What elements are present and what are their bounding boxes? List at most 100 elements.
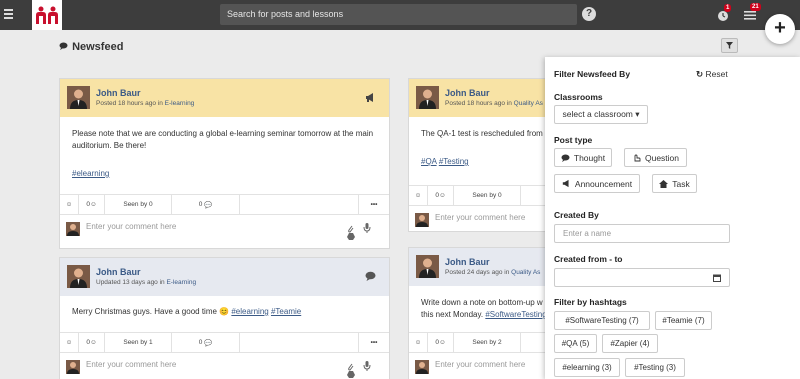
hashtag-filter[interactable]: #Zapier (4) [602, 334, 658, 353]
filter-panel: Filter Newsfeed By ↻ Reset Classrooms se… [545, 57, 800, 379]
post-classroom-link[interactable]: Quality As [511, 269, 540, 276]
attachment-icon[interactable] [347, 362, 355, 371]
logo[interactable] [32, 0, 62, 30]
filter-toggle-button[interactable] [721, 38, 738, 53]
avatar [415, 213, 429, 227]
refresh-icon: ↻ [696, 69, 704, 79]
comments-icon [59, 41, 69, 53]
help-icon[interactable]: ? [582, 7, 596, 21]
microphone-icon[interactable] [363, 223, 371, 233]
post-classroom-link[interactable]: Quality As [514, 100, 543, 107]
home-icon [659, 179, 669, 188]
created-by-input[interactable]: Enter a name [554, 224, 730, 243]
reactions-count[interactable]: 0 ☺ [79, 333, 105, 352]
seen-by[interactable]: Seen by 2 [454, 333, 521, 352]
microphone-icon[interactable] [363, 361, 371, 371]
post-author[interactable]: John Baur [96, 88, 141, 98]
comment-input[interactable]: Enter your comment here [435, 213, 525, 222]
post-header: John Baur Posted 18 hours ago in Quality… [409, 79, 567, 117]
seen-by[interactable]: Seen by 0 [105, 195, 172, 214]
post-author[interactable]: John Baur [445, 257, 490, 267]
date-range-input[interactable] [554, 268, 730, 287]
post-meta: Posted 18 hours ago in Quality As [445, 100, 543, 107]
post-author[interactable]: John Baur [445, 88, 490, 98]
filter-panel-title: Filter Newsfeed By [554, 69, 631, 79]
more-options-icon[interactable]: ••• [359, 333, 389, 352]
hand-icon [634, 154, 641, 162]
post-author[interactable]: John Baur [96, 267, 141, 277]
more-options-icon[interactable]: ••• [359, 195, 389, 214]
hashtag-link[interactable]: #elearning [72, 169, 109, 178]
post-meta: Updated 13 days ago in E-learning [96, 279, 197, 286]
post-classroom-link[interactable]: E-learning [165, 100, 195, 107]
reset-button[interactable]: ↻ Reset [696, 69, 728, 80]
post-header: John Baur Posted 24 days ago in Quality … [409, 248, 567, 286]
reactions-count[interactable]: 0 ☺ [428, 186, 454, 205]
hashtag-link[interactable]: #SoftwareTesting [485, 310, 546, 319]
comment-input[interactable]: Enter your comment here [86, 222, 176, 231]
logo-icon [36, 6, 58, 24]
smiley-icon[interactable]: ☺ [60, 333, 79, 352]
post-body: The QA-1 test is rescheduled from #QA #T… [421, 129, 543, 166]
calendar-icon[interactable] [713, 274, 721, 282]
thought-icon [365, 271, 376, 282]
post-meta: Posted 24 days ago in Quality As [445, 269, 541, 276]
filter-icon [726, 42, 733, 49]
add-post-button[interactable]: + [765, 14, 795, 44]
hashtag-link[interactable]: #Teamie [271, 307, 301, 316]
hashtag-filter[interactable]: #QA (5) [554, 334, 597, 353]
smiley-icon[interactable]: ☺ [409, 186, 428, 205]
menu-icon[interactable] [4, 9, 13, 21]
avatar[interactable] [67, 265, 90, 288]
avatar[interactable] [416, 86, 439, 109]
seen-by[interactable]: Seen by 1 [105, 333, 172, 352]
notifications-badge: 1 [724, 4, 732, 12]
reactions-count[interactable]: 0 ☺ [79, 195, 105, 214]
comment-input[interactable]: Enter your comment here [435, 360, 525, 369]
drive-icon[interactable] [347, 233, 355, 242]
comment-row: Enter your comment here [60, 354, 389, 379]
post-card: John Baur Posted 18 hours ago in Quality… [408, 78, 568, 232]
created-by-label: Created By [554, 210, 599, 220]
post-card: John Baur Posted 24 days ago in Quality … [408, 247, 568, 379]
search-input[interactable]: Search for posts and lessons [220, 4, 577, 25]
type-task-button[interactable]: Task [652, 174, 697, 193]
avatar [66, 222, 80, 236]
post-body: Merry Christmas guys. Have a good time 😊… [72, 307, 302, 316]
hashtag-link[interactable]: #Testing [439, 157, 469, 166]
avatar[interactable] [416, 255, 439, 278]
type-thought-button[interactable]: Thought [554, 148, 612, 167]
comment-input[interactable]: Enter your comment here [86, 360, 176, 369]
thought-icon [561, 154, 570, 162]
smiley-icon[interactable]: ☺ [60, 195, 79, 214]
type-question-button[interactable]: Question [624, 148, 687, 167]
post-meta: Posted 18 hours ago in E-learning [96, 100, 195, 107]
post-classroom-link[interactable]: E-learning [166, 279, 196, 286]
hashtag-filter[interactable]: #Teamie (7) [655, 311, 712, 330]
comments-count[interactable]: 0 💬 [172, 333, 240, 352]
hashtag-link[interactable]: #QA [421, 157, 437, 166]
avatar [415, 360, 429, 374]
notifications-icon[interactable]: 1 [716, 4, 732, 22]
post-body: Please note that we are conducting a glo… [72, 129, 374, 178]
hashtag-filter[interactable]: #elearning (3) [554, 358, 620, 377]
tasks-icon[interactable]: 21 [743, 3, 761, 22]
comment-row: Enter your comment here [409, 207, 567, 233]
comment-row: Enter your comment here [409, 354, 567, 379]
post-type-label: Post type [554, 135, 593, 145]
hashtag-link[interactable]: #elearning [231, 307, 268, 316]
announcement-icon [562, 179, 569, 188]
hashtag-filter[interactable]: #Testing (3) [625, 358, 685, 377]
smiley-icon[interactable]: ☺ [409, 333, 428, 352]
type-announcement-button[interactable]: Announcement [554, 174, 640, 193]
attachment-icon[interactable] [347, 224, 355, 233]
hashtag-filter[interactable]: #SoftwareTesting (7) [554, 311, 650, 330]
drive-icon[interactable] [347, 371, 355, 379]
comments-count[interactable]: 0 💬 [172, 195, 240, 214]
avatar[interactable] [67, 86, 90, 109]
seen-by[interactable]: Seen by 0 [454, 186, 521, 205]
classroom-select[interactable]: select a classroom ▾ [554, 105, 648, 124]
top-bar: Search for posts and lessons ? 1 21 [0, 0, 800, 30]
created-range-label: Created from - to [554, 254, 623, 264]
reactions-count[interactable]: 0 ☺ [428, 333, 454, 352]
